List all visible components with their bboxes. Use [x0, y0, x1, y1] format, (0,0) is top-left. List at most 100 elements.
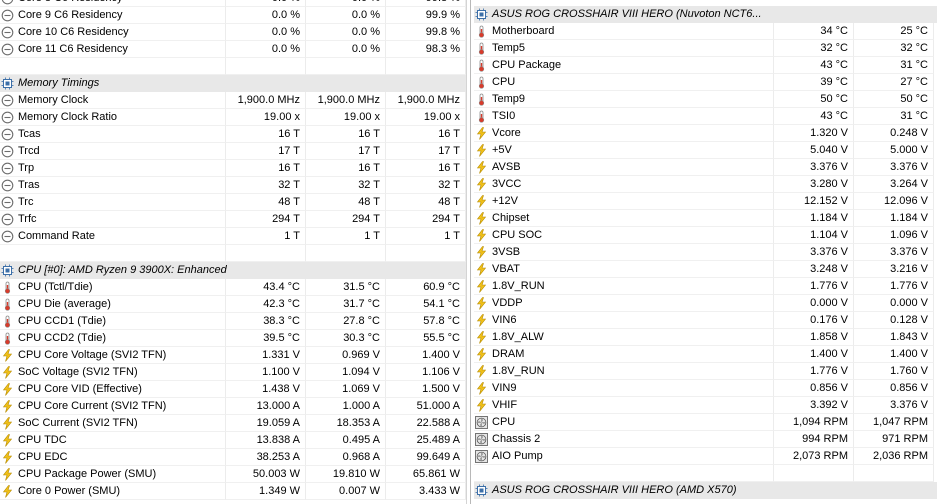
sensor-row-trc[interactable]: Trc 48 T 48 T 48 T [0, 194, 466, 211]
sensor-row-soc-current-svi2-tfn[interactable]: SoC Current (SVI2 TFN) 19.059 A 18.353 A 22… [0, 415, 466, 432]
group-header-label: ASUS ROG CROSSHAIR VIII HERO (Nuvoton NC… [474, 6, 937, 23]
sensor-row-cpu-core-voltage-svi2-tfn[interactable]: CPU Core Voltage (SVI2 TFN) 1.331 V 0.969 … [0, 347, 466, 364]
sensor-name: VIN6 [474, 312, 774, 329]
sensor-row-soc-voltage-svi2-tfn[interactable]: SoC Voltage (SVI2 TFN) 1.100 V 1.094 V 1.10… [0, 364, 466, 381]
sensor-row-cpu[interactable]: CPU 1,094 RPM 1,047 RPM [474, 414, 937, 431]
sensor-row-motherboard[interactable]: Motherboard 34 °C 25 °C [474, 23, 937, 40]
sensor-row-cpu[interactable]: CPU 39 °C 27 °C [474, 74, 937, 91]
group-header-row[interactable]: Memory Timings [0, 75, 466, 92]
bolt-icon-graphic [476, 297, 487, 310]
sensor-row-cpu-tdc[interactable]: CPU TDC 13.838 A 0.495 A 25.489 A [0, 432, 466, 449]
sensor-value-v1: 3.248 V [774, 261, 854, 278]
blank-cell [226, 58, 306, 75]
sensor-value-v1: 1,900.0 MHz [226, 92, 306, 109]
sensor-row-temp5[interactable]: Temp5 32 °C 32 °C [474, 40, 937, 57]
sensor-row-aio-pump[interactable]: AIO Pump 2,073 RPM 2,036 RPM [474, 448, 937, 465]
sensor-value-v3: 55.5 °C [386, 330, 466, 347]
left-sensor-list: Core 8 C6 Residency0.0 %0.0 %99.8 %Core … [0, 0, 466, 500]
sensor-row-tras[interactable]: Tras 32 T 32 T 32 T [0, 177, 466, 194]
sensor-row-core-8-c6-residency[interactable]: Core 8 C6 Residency0.0 %0.0 %99.8 % [0, 0, 466, 7]
sensor-value-v3: 17 T [386, 143, 466, 160]
left-sensor-pane[interactable]: Core 8 C6 Residency0.0 %0.0 %99.8 %Core … [0, 0, 466, 504]
sensor-name: Trc [0, 194, 226, 211]
bolt-icon [1, 400, 14, 413]
sensor-row-trcd[interactable]: Trcd 17 T 17 T 17 T [0, 143, 466, 160]
sensor-row-cpu-core-vid-effective[interactable]: CPU Core VID (Effective) 1.438 V 1.069 V 1.… [0, 381, 466, 398]
sensor-row-command-rate[interactable]: Command Rate 1 T1 T1 T [0, 228, 466, 245]
sensor-row-core-11-c6-residency[interactable]: Core 11 C6 Residency 0.0 % 0.0 % 98.3 % [0, 41, 466, 58]
sensor-row-chipset[interactable]: Chipset 1.184 V 1.184 V [474, 210, 937, 227]
sensor-value-v2: 1.760 V [854, 363, 934, 380]
sensor-row-vbat[interactable]: VBAT 3.248 V 3.216 V [474, 261, 937, 278]
sensor-row-dram[interactable]: DRAM 1.400 V 1.400 V [474, 346, 937, 363]
sensor-value-v2: 3.376 V [854, 244, 934, 261]
sensor-row-memory-clock-ratio[interactable]: Memory Clock Ratio 19.00 x 19.00 x 19.00 x [0, 109, 466, 126]
sensor-row-core-9-c6-residency[interactable]: Core 9 C6 Residency 0.0 % 0.0 % 99.9 % [0, 7, 466, 24]
bolt-icon-graphic [476, 246, 487, 259]
bolt-icon-graphic [476, 348, 487, 361]
sensor-row-cpu-die-average[interactable]: CPU Die (average) 42.3 °C 31.7 °C 54.1 °C [0, 296, 466, 313]
sensor-row-vhif[interactable]: VHIF 3.392 V 3.376 V [474, 397, 937, 414]
sensor-row-cpu-soc[interactable]: CPU SOC 1.104 V 1.096 V [474, 227, 937, 244]
sensor-row-trp[interactable]: Trp 16 T 16 T 16 T [0, 160, 466, 177]
clock-icon-graphic [1, 9, 14, 22]
sensor-label: DRAM [492, 348, 525, 360]
sensor-row-3vsb[interactable]: 3VSB 3.376 V 3.376 V [474, 244, 937, 261]
sensor-row-cpu-edc[interactable]: CPU EDC 38.253 A 0.968 A 99.649 A [0, 449, 466, 466]
sensor-value-v1: 12.152 V [774, 193, 854, 210]
sensor-row-cpu-core-current-svi2-tfn[interactable]: CPU Core Current (SVI2 TFN) 13.000 A 1.000… [0, 398, 466, 415]
thermometer-icon [1, 315, 14, 328]
bolt-icon [475, 365, 488, 378]
group-header-label: CPU [#0]: AMD Ryzen 9 3900X: Enhanced [0, 262, 466, 279]
sensor-name: CPU Core Current (SVI2 TFN) [0, 398, 226, 415]
sensor-value-v2: 2,036 RPM [854, 448, 934, 465]
sensor-row-cpu-package[interactable]: CPU Package 43 °C 31 °C [474, 57, 937, 74]
sensor-row-1-8v-run[interactable]: 1.8V_RUN 1.776 V 1.776 V [474, 278, 937, 295]
sensor-row-vddp[interactable]: VDDP 0.000 V 0.000 V [474, 295, 937, 312]
sensor-name: +5V [474, 142, 774, 159]
sensor-row-cpu-ccd2-tdie[interactable]: CPU CCD2 (Tdie) 39.5 °C 30.3 °C 55.5 °C [0, 330, 466, 347]
sensor-row-1-8v-run[interactable]: 1.8V_RUN 1.776 V 1.760 V [474, 363, 937, 380]
sensor-label: CPU Core Voltage (SVI2 TFN) [18, 349, 167, 361]
sensor-value-v3: 1 T [386, 228, 466, 245]
sensor-row-chassis-2[interactable]: Chassis 2 994 RPM 971 RPM [474, 431, 937, 448]
sensor-value-v2: 30.3 °C [306, 330, 386, 347]
group-header-row[interactable]: ASUS ROG CROSSHAIR VIII HERO (AMD X570) [474, 482, 937, 499]
sensor-row-1-8v-alw[interactable]: 1.8V_ALW 1.858 V 1.843 V [474, 329, 937, 346]
sensor-label: CPU [492, 76, 516, 88]
clock-icon-graphic [1, 128, 14, 141]
bolt-icon-graphic [2, 349, 13, 362]
group-header-row[interactable]: CPU [#0]: AMD Ryzen 9 3900X: Enhanced [0, 262, 466, 279]
fan-icon [475, 416, 488, 429]
group-header-row[interactable]: ASUS ROG CROSSHAIR VIII HERO (Nuvoton NC… [474, 6, 937, 23]
sensor-value-v1: 32 T [226, 177, 306, 194]
sensor-row-cpu-ccd1-tdie[interactable]: CPU CCD1 (Tdie) 38.3 °C 27.8 °C 57.8 °C [0, 313, 466, 330]
sensor-row-avsb[interactable]: AVSB 3.376 V 3.376 V [474, 159, 937, 176]
sensor-row-vin6[interactable]: VIN6 0.176 V 0.128 V [474, 312, 937, 329]
sensor-row-trfc[interactable]: Trfc 294 T 294 T 294 T [0, 211, 466, 228]
sensor-row-vcore[interactable]: Vcore 1.320 V 0.248 V [474, 125, 937, 142]
right-sensor-pane[interactable]: ASUS ROG CROSSHAIR VIII HERO (Nuvoton NC… [474, 0, 937, 504]
sensor-row-cpu-tctl-tdie[interactable]: CPU (Tctl/Tdie) 43.4 °C 31.5 °C 60.9 °C [0, 279, 466, 296]
sensor-label: 1.8V_RUN [492, 280, 545, 292]
sensor-row-tsi0[interactable]: TSI0 43 °C 31 °C [474, 108, 937, 125]
thermometer-icon-graphic [478, 93, 485, 106]
sensor-label: Chassis 2 [492, 433, 541, 445]
sensor-row-temp9[interactable]: Temp9 50 °C 50 °C [474, 91, 937, 108]
sensor-value-v3: 22.588 A [386, 415, 466, 432]
thermometer-icon-graphic [4, 298, 11, 311]
pane-splitter[interactable] [466, 0, 474, 504]
sensor-row-3vcc[interactable]: 3VCC 3.280 V 3.264 V [474, 176, 937, 193]
clock-icon [1, 94, 14, 107]
sensor-row-12v[interactable]: +12V 12.152 V 12.096 V [474, 193, 937, 210]
sensor-row-tcas[interactable]: Tcas 16 T 16 T 16 T [0, 126, 466, 143]
bolt-icon-graphic [476, 280, 487, 293]
sensor-row-memory-clock[interactable]: Memory Clock 1,900.0 MHz 1,900.0 MHz 1,900.… [0, 92, 466, 109]
sensor-row-vin9[interactable]: VIN9 0.856 V 0.856 V [474, 380, 937, 397]
sensor-row-cpu-package-power-smu[interactable]: CPU Package Power (SMU) 50.003 W 19.810 W6… [0, 466, 466, 483]
sensor-row-5v[interactable]: +5V 5.040 V 5.000 V [474, 142, 937, 159]
sensor-row-core-10-c6-residency[interactable]: Core 10 C6 Residency 0.0 % 0.0 % 99.8 % [0, 24, 466, 41]
group-header-text: Memory Timings [18, 77, 100, 89]
sensor-label: VIN9 [492, 382, 517, 394]
sensor-row-core-0-power-smu[interactable]: Core 0 Power (SMU) 1.349 W 0.007 W 3.433 W [0, 483, 466, 500]
